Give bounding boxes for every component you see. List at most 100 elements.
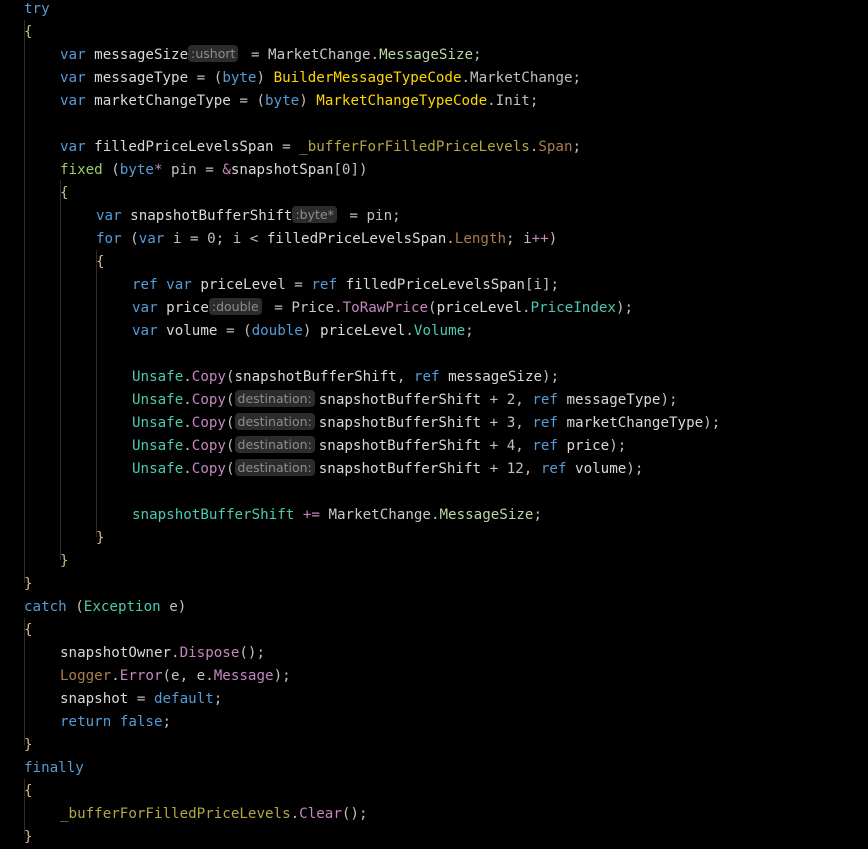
code-line[interactable]: var snapshotBufferShift:byte* = pin;	[96, 205, 401, 228]
code-token: +	[481, 461, 507, 477]
code-token: .	[370, 47, 380, 63]
code-token: .	[183, 461, 192, 477]
code-token: (	[75, 599, 84, 615]
code-token: Message	[213, 668, 274, 684]
code-line[interactable]: Unsafe.Copy(destination: snapshotBufferSh…	[132, 458, 643, 481]
code-line[interactable]: }	[24, 734, 33, 757]
code-line[interactable]: snapshotOwner.Dispose();	[60, 642, 265, 665]
code-token: ++	[531, 231, 549, 247]
code-token: 0	[207, 231, 216, 247]
code-token: ref	[532, 438, 567, 454]
code-line[interactable]: {	[24, 780, 33, 803]
code-token: 12	[506, 461, 524, 477]
code-line[interactable]: finally	[24, 757, 84, 780]
code-token: MessageSize	[439, 507, 534, 523]
code-token: var	[166, 277, 201, 293]
code-token: messageSize	[94, 47, 189, 63]
code-line[interactable]: ref var priceLevel = ref filledPriceLeve…	[132, 274, 559, 297]
code-token: .	[522, 300, 531, 316]
code-line[interactable]: _bufferForFilledPriceLevels.Clear();	[60, 803, 368, 826]
code-token: BuilderMessageTypeCode	[273, 70, 462, 86]
code-line[interactable]: Unsafe.Copy(destination: snapshotBufferSh…	[132, 389, 678, 412]
code-token: = (	[188, 70, 223, 86]
code-token: ref	[532, 415, 567, 431]
code-line[interactable]: try	[24, 0, 50, 21]
code-token: Unsafe	[132, 369, 184, 385]
code-token: ; i <	[215, 231, 267, 247]
code-token: var	[138, 231, 173, 247]
inlay-hint: destination:	[234, 459, 315, 476]
code-token: ref	[311, 277, 346, 293]
code-line[interactable]: {	[24, 21, 33, 44]
code-line[interactable]: var volume = (double) priceLevel.Volume;	[132, 320, 474, 343]
code-token: priceLevel	[319, 323, 406, 339]
code-token: (	[225, 415, 235, 431]
code-token: return	[60, 714, 120, 730]
code-line[interactable]: var marketChangeType = (byte) MarketChan…	[60, 90, 538, 113]
code-token: Unsafe	[132, 461, 184, 477]
code-line[interactable]: var filledPriceLevelsSpan = _bufferForFi…	[60, 136, 581, 159]
inlay-hint: :double	[208, 298, 262, 315]
code-token: (	[111, 162, 120, 178]
code-token: ref	[540, 461, 576, 477]
code-line[interactable]: var messageSize:ushort = MarketChange.Me…	[60, 44, 482, 67]
code-token: ,	[515, 438, 533, 454]
code-token: );	[660, 392, 678, 408]
code-token: byte	[119, 162, 154, 178]
code-token: pin =	[162, 162, 223, 178]
code-line[interactable]: fixed (byte* pin = &snapshotSpan[0])	[60, 159, 368, 182]
code-token: volume	[575, 461, 627, 477]
code-token: snapshotBufferShift	[132, 507, 295, 523]
code-line[interactable]: return false;	[60, 711, 171, 734]
code-token: catch	[24, 599, 76, 615]
code-token: 2	[506, 392, 516, 408]
code-token: }	[24, 576, 33, 592]
code-token: Copy	[191, 369, 226, 385]
code-token: );	[615, 300, 634, 316]
code-line[interactable]: Unsafe.Copy(destination: snapshotBufferSh…	[132, 435, 626, 458]
code-token: ,	[515, 392, 533, 408]
code-line[interactable]: {	[96, 251, 105, 274]
code-token: var	[96, 208, 131, 224]
code-line[interactable]: snapshotBufferShift += MarketChange.Mess…	[132, 504, 542, 527]
code-token: fixed	[60, 162, 112, 178]
code-token: .	[405, 323, 414, 339]
code-line[interactable]: }	[96, 527, 105, 550]
code-token: snapshotBufferShift	[234, 369, 397, 385]
code-line[interactable]: catch (Exception e)	[24, 596, 186, 619]
code-line[interactable]: }	[60, 550, 69, 573]
code-line[interactable]: for (var i = 0; i < filledPriceLevelsSpa…	[96, 228, 557, 251]
code-token: price	[166, 300, 209, 316]
code-token: }	[24, 737, 33, 753]
code-line[interactable]: }	[24, 826, 33, 849]
code-token: Volume	[413, 323, 466, 339]
code-token: Dispose	[179, 645, 240, 661]
code-token: Copy	[191, 461, 226, 477]
code-token: snapshotBufferShift	[318, 461, 482, 477]
code-editor[interactable]: try{var messageSize:ushort = MarketChang…	[0, 0, 868, 845]
inlay-hint: destination:	[234, 390, 315, 407]
code-line[interactable]: Unsafe.Copy(destination: snapshotBufferSh…	[132, 412, 720, 435]
code-line[interactable]: var messageType = (byte) BuilderMessageT…	[60, 67, 581, 90]
code-token: Span	[538, 139, 573, 155]
code-token: +=	[294, 507, 329, 523]
code-token: );	[542, 369, 560, 385]
code-token: }	[96, 530, 105, 546]
code-line[interactable]: {	[60, 182, 69, 205]
code-line[interactable]: {	[24, 619, 33, 642]
code-token: );	[626, 461, 644, 477]
code-line[interactable]: }	[24, 573, 33, 596]
code-token: Clear	[299, 806, 342, 822]
code-token: Price	[291, 300, 335, 316]
code-line[interactable]: var price:double = Price.ToRawPrice(pric…	[132, 297, 633, 320]
code-line[interactable]: snapshot = default;	[60, 688, 222, 711]
code-line[interactable]: Unsafe.Copy(snapshotBufferShift, ref mes…	[132, 366, 559, 389]
code-token: Logger	[60, 668, 112, 684]
code-line[interactable]: Logger.Error(e, e.Message);	[60, 665, 291, 688]
code-token: }	[24, 829, 33, 845]
code-token: Copy	[191, 392, 226, 408]
code-token: ;	[473, 47, 482, 63]
code-token: ;	[533, 507, 543, 523]
code-token: (	[225, 461, 235, 477]
code-token: marketChangeType	[94, 93, 231, 109]
